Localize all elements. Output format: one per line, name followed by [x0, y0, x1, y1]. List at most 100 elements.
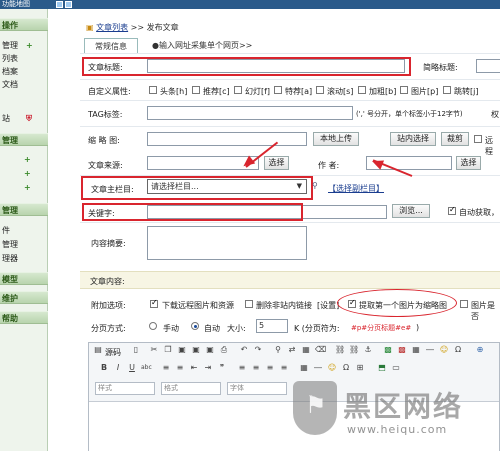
site-select-button[interactable]: 站内选择 — [390, 132, 436, 146]
undo-icon[interactable]: ↶ — [239, 345, 249, 355]
sidebar-group-header[interactable]: 操作 — [0, 18, 48, 31]
sidebar-item[interactable]: 档案 — [2, 67, 18, 77]
smiley-icon[interactable]: ☺ — [439, 345, 449, 355]
plus-icon[interactable]: + — [26, 42, 34, 50]
tag-input[interactable] — [147, 106, 353, 120]
window-icon[interactable] — [56, 1, 63, 8]
source-icon[interactable]: ▤ — [93, 345, 103, 355]
page-break-icon[interactable]: ⊞ — [355, 363, 365, 373]
browse-button[interactable]: 浏览... — [392, 204, 430, 218]
sidebar-item[interactable]: 件 — [2, 226, 10, 236]
plus-icon[interactable]: + — [24, 156, 32, 164]
sidebar-item[interactable]: 列表 — [2, 54, 18, 64]
sidebar-item[interactable]: 理器 — [2, 254, 18, 264]
source-select-button[interactable]: 选择 — [264, 156, 289, 170]
table-icon[interactable]: ▦ — [411, 345, 421, 355]
link-icon[interactable]: ⛓ — [335, 345, 345, 355]
sidebar-group-header[interactable]: 维护 — [0, 291, 48, 304]
attr-checkbox[interactable] — [316, 86, 324, 94]
upload-button[interactable]: 本地上传 — [313, 132, 359, 146]
tab-collect-url[interactable]: ●输入网址采集单个网页>> — [152, 38, 272, 54]
format-select[interactable]: 格式 — [161, 382, 221, 395]
sidebar-item[interactable]: 管理 — [2, 240, 18, 250]
crop-button[interactable]: 裁剪 — [441, 132, 469, 146]
font-select[interactable]: 字体 — [227, 382, 287, 395]
quote-icon[interactable]: ❞ — [217, 363, 227, 373]
auto-fetch-checkbox[interactable] — [448, 205, 456, 215]
attr-checkbox[interactable] — [192, 86, 200, 94]
page-break-icon[interactable]: ⊕ — [475, 345, 485, 355]
sidebar-item[interactable]: 管理 — [2, 41, 18, 51]
anchor-icon[interactable]: ⚓ — [363, 345, 373, 355]
download-remote-checkbox[interactable] — [150, 298, 158, 308]
indent-icon[interactable]: ⇥ — [203, 363, 213, 373]
ordered-list-icon[interactable]: ≡ — [161, 363, 171, 373]
plus-icon[interactable]: + — [24, 170, 32, 178]
select-all-icon[interactable]: ▦ — [301, 345, 311, 355]
align-center-icon[interactable]: ≡ — [251, 363, 261, 373]
plus-icon[interactable]: + — [24, 184, 32, 192]
attr-checkbox[interactable] — [234, 86, 242, 94]
redo-icon[interactable]: ↷ — [253, 345, 263, 355]
cut-icon[interactable]: ✂ — [149, 345, 159, 355]
underline-icon[interactable]: U — [127, 363, 137, 373]
search-icon[interactable]: ⚲ — [312, 181, 318, 190]
tab-general[interactable]: 常规信息 — [84, 38, 138, 54]
paste-icon[interactable]: ▣ — [177, 345, 187, 355]
remote-checkbox[interactable] — [474, 135, 482, 143]
paging-auto-radio[interactable] — [191, 322, 199, 330]
special-char-icon[interactable]: Ω — [453, 345, 463, 355]
sidebar-item[interactable]: 站 — [2, 114, 10, 124]
copy-icon[interactable]: ❐ — [163, 345, 173, 355]
style-select[interactable]: 样式 — [95, 382, 155, 395]
sidebar-item[interactable]: 文档 — [2, 80, 18, 90]
image-icon[interactable]: ▩ — [383, 345, 393, 355]
maximize-icon[interactable]: ⬒ — [377, 363, 387, 373]
size-input[interactable]: 5 — [256, 319, 288, 333]
replace-icon[interactable]: ⇄ — [287, 345, 297, 355]
align-left-icon[interactable]: ≡ — [237, 363, 247, 373]
attr-checkbox[interactable] — [358, 86, 366, 94]
sidebar-group-header[interactable]: 管理 — [0, 133, 48, 146]
sidebar-group-header[interactable]: 管理 — [0, 203, 48, 216]
image-option-checkbox[interactable] — [460, 300, 468, 308]
table-icon[interactable]: ▦ — [299, 363, 309, 373]
window-icon[interactable] — [65, 1, 72, 8]
attr-checkbox[interactable] — [274, 86, 282, 94]
hr-icon[interactable]: ― — [313, 363, 323, 373]
smiley-icon[interactable]: ☺ — [327, 363, 337, 373]
paging-manual-radio[interactable] — [149, 322, 157, 330]
flash-icon[interactable]: ▩ — [397, 345, 407, 355]
author-select-button[interactable]: 选择 — [456, 156, 481, 170]
delete-links-checkbox[interactable] — [245, 300, 253, 308]
settings-link[interactable]: [设置] — [317, 300, 339, 311]
summary-textarea[interactable] — [147, 226, 307, 260]
shield-icon[interactable]: ⛨ — [26, 115, 34, 123]
thumb-input[interactable] — [147, 132, 307, 146]
outdent-icon[interactable]: ⇤ — [189, 363, 199, 373]
hr-icon[interactable]: ― — [425, 345, 435, 355]
special-char-icon[interactable]: Ω — [341, 363, 351, 373]
italic-icon[interactable]: I — [113, 363, 123, 373]
justify-icon[interactable]: ≡ — [279, 363, 289, 373]
strike-icon[interactable]: abc — [141, 363, 152, 373]
show-blocks-icon[interactable]: ▭ — [391, 363, 401, 373]
attr-checkbox[interactable] — [149, 86, 157, 94]
sidebar-group-header[interactable]: 模型 — [0, 272, 48, 285]
unlink-icon[interactable]: ⛓ — [349, 345, 359, 355]
attr-checkbox[interactable] — [443, 86, 451, 94]
document-icon[interactable]: ▯ — [131, 345, 141, 355]
paste-text-icon[interactable]: ▣ — [191, 345, 201, 355]
sidebar-group-header[interactable]: 帮助 — [0, 311, 48, 324]
short-title-input[interactable] — [476, 59, 500, 73]
paste-word-icon[interactable]: ▣ — [205, 345, 215, 355]
print-icon[interactable]: ⎙ — [219, 345, 229, 355]
find-icon[interactable]: ⚲ — [273, 345, 283, 355]
bold-icon[interactable]: B — [99, 363, 109, 373]
bullet-list-icon[interactable]: ≡ — [175, 363, 185, 373]
breadcrumb-link[interactable]: 文章列表 — [96, 23, 128, 32]
sub-column-link[interactable]: 【选择副栏目】 — [328, 183, 384, 194]
attr-checkbox[interactable] — [400, 86, 408, 94]
align-right-icon[interactable]: ≡ — [265, 363, 275, 373]
remove-format-icon[interactable]: ⌫ — [315, 345, 326, 355]
